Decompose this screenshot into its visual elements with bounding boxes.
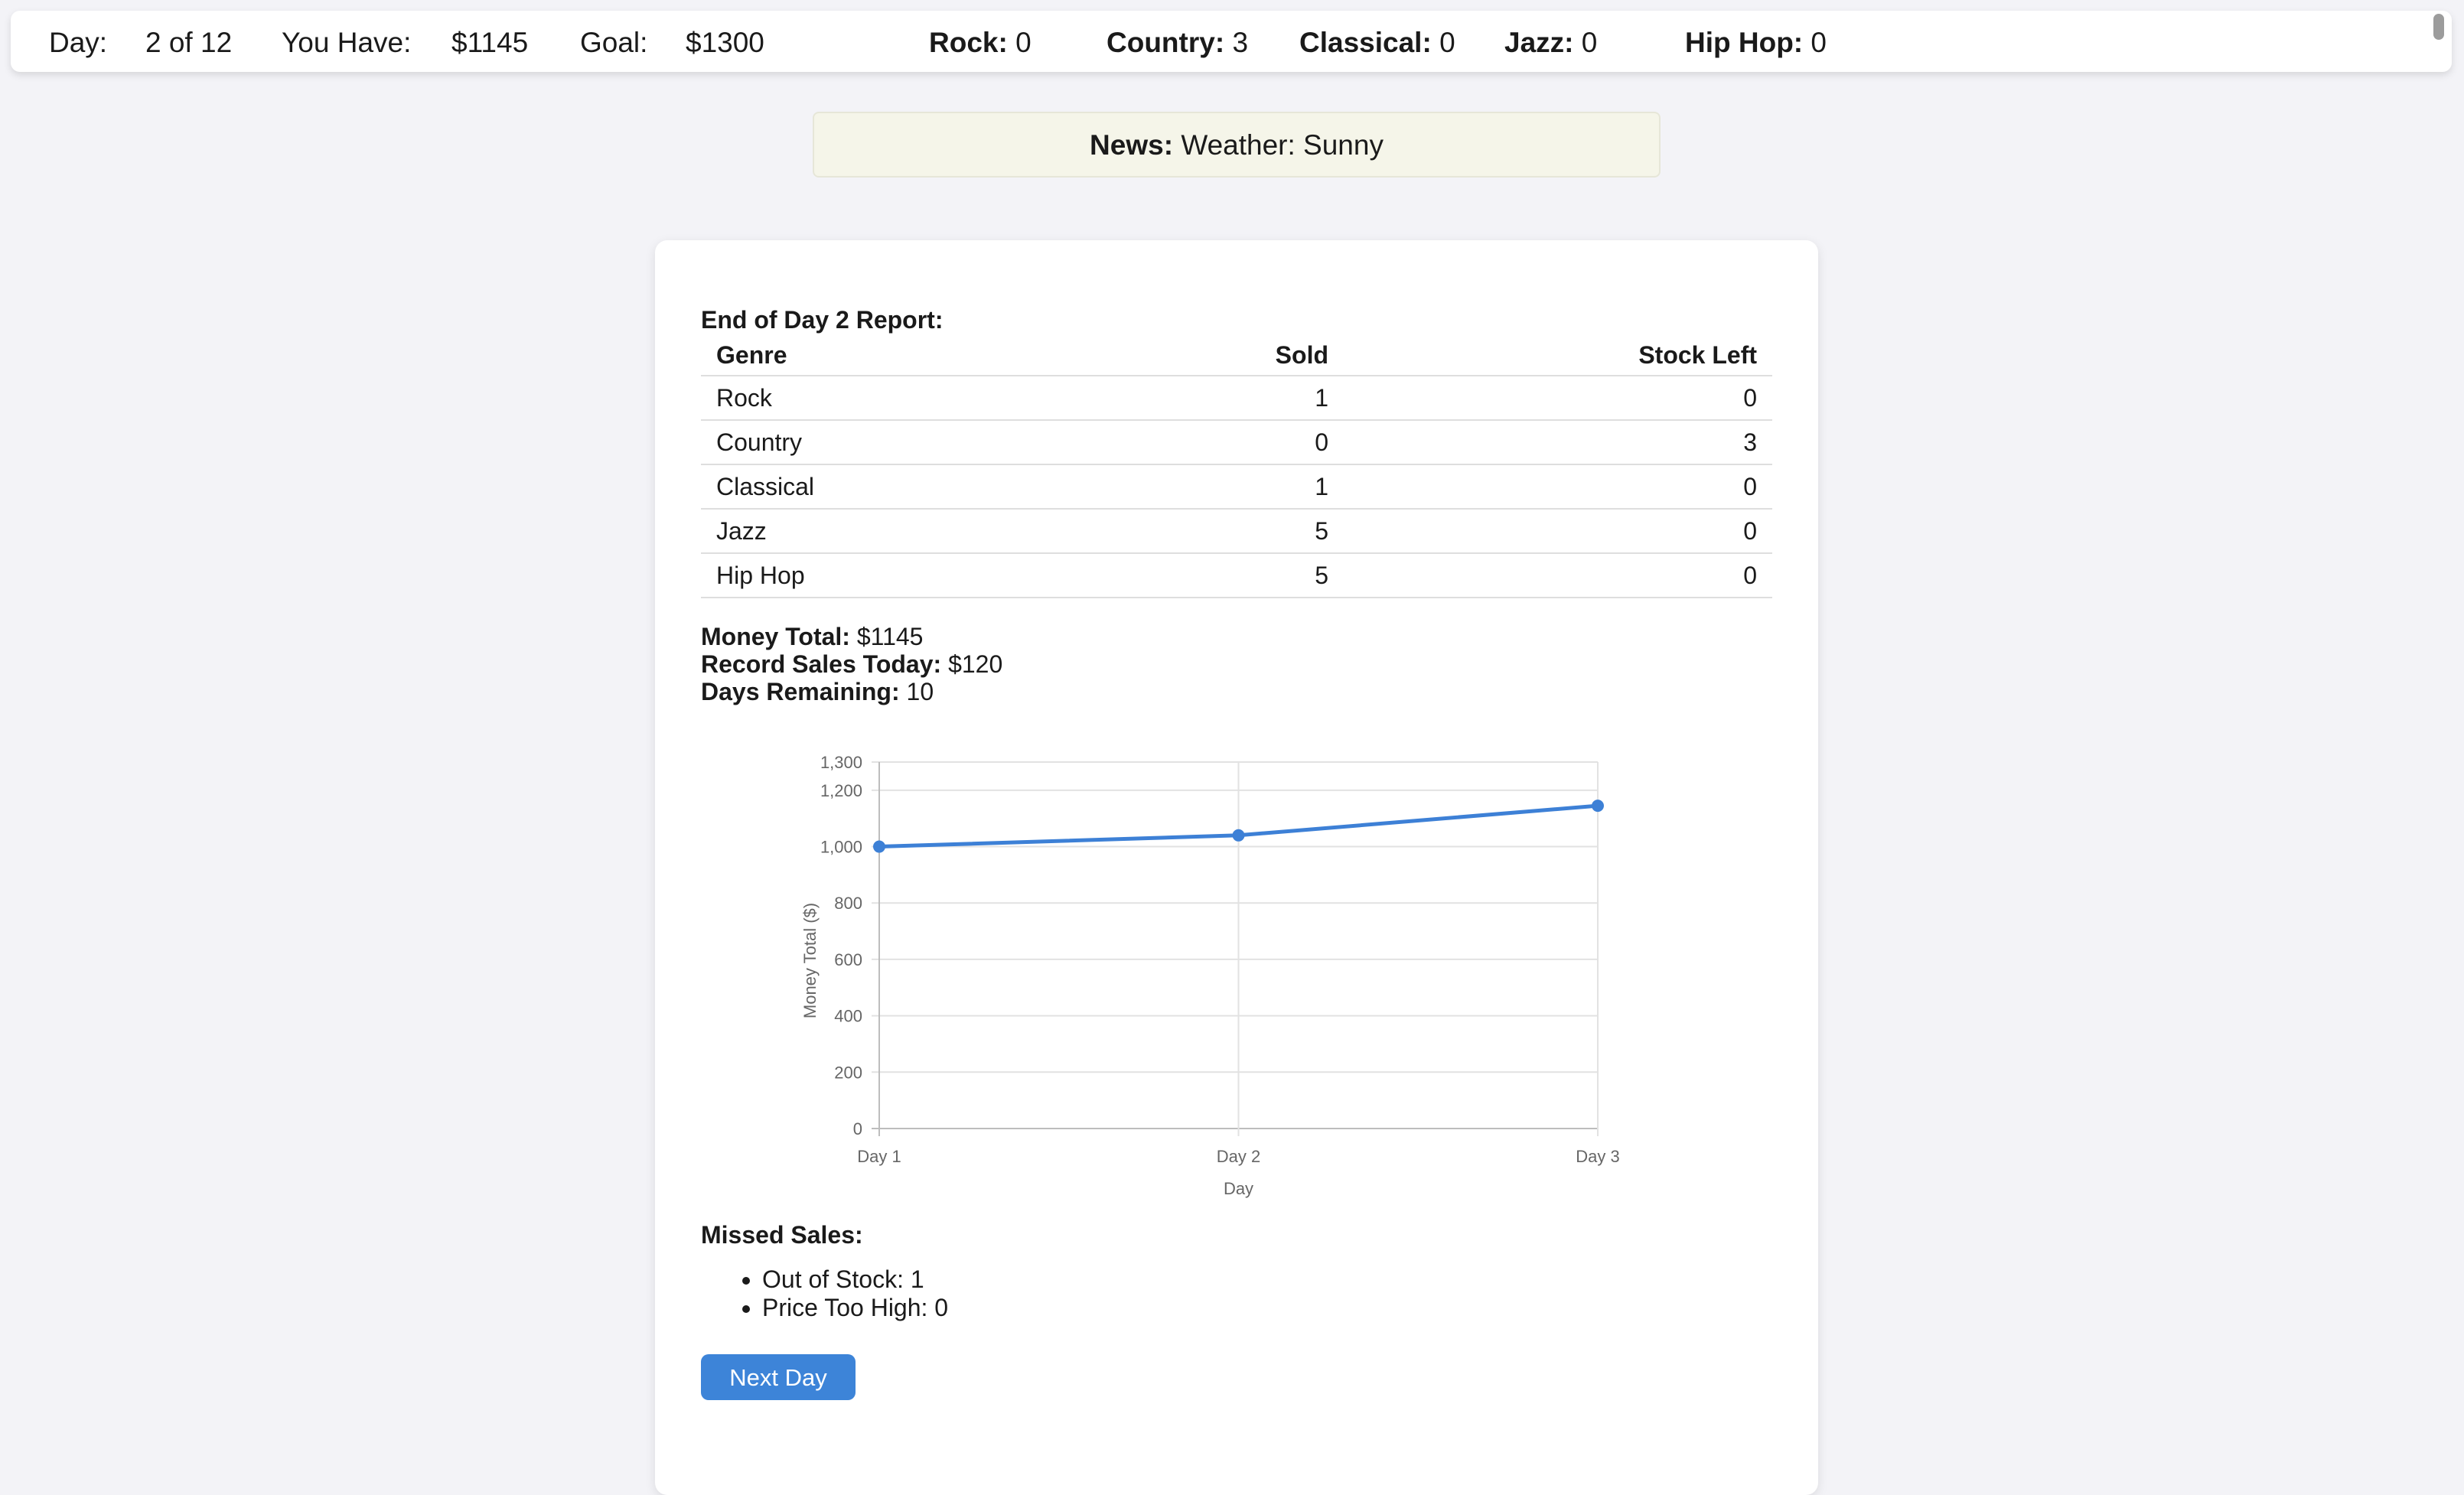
inventory-hiphop: Hip Hop: 0 (1685, 27, 1827, 58)
news-banner: News: Weather: Sunny (813, 112, 1661, 178)
y-tick-label: 0 (853, 1119, 862, 1138)
x-tick-label: Day 1 (857, 1147, 901, 1166)
y-tick-label: 800 (834, 894, 862, 913)
x-tick-label: Day 2 (1217, 1147, 1260, 1166)
days-remaining-line: Days Remaining: 10 (701, 678, 934, 705)
stock-cell: 3 (1344, 420, 1772, 465)
day-label: Day: (49, 27, 108, 58)
goal-value: $1300 (686, 27, 764, 58)
genre-cell: Country (701, 420, 1129, 465)
status-bar: Day: 2 of 12 You Have: $1145 Goal: $1300… (11, 11, 2452, 72)
missed-sales-title: Missed Sales: (701, 1221, 863, 1249)
inventory-jazz: Jazz: 0 (1504, 27, 1598, 58)
x-axis-title: Day (1224, 1179, 1253, 1198)
sold-cell: 5 (1129, 509, 1344, 554)
news-text: Weather: Sunny (1181, 129, 1384, 161)
next-day-button[interactable]: Next Day (701, 1354, 856, 1400)
x-tick-label: Day 3 (1576, 1147, 1619, 1166)
sold-cell: 5 (1129, 553, 1344, 598)
data-point (873, 840, 885, 853)
inventory-country: Country: 3 (1107, 27, 1249, 58)
table-header-row: Genre Sold Stock Left (701, 335, 1772, 376)
table-row: Country 0 3 (701, 420, 1772, 465)
goal-label: Goal: (580, 27, 648, 58)
scrollbar-thumb[interactable] (2433, 14, 2444, 40)
money-total-line: Money Total: $1145 (701, 623, 924, 650)
table-row: Rock 1 0 (701, 376, 1772, 421)
genre-cell: Hip Hop (701, 553, 1129, 598)
y-tick-label: 600 (834, 950, 862, 969)
report-title: End of Day 2 Report: (701, 306, 944, 334)
stock-cell: 0 (1344, 509, 1772, 554)
sales-table: Genre Sold Stock Left Rock 1 0 Country 0… (701, 335, 1772, 598)
column-header-sold: Sold (1129, 335, 1344, 376)
day-summary: Money Total: $1145 Record Sales Today: $… (701, 623, 1002, 705)
y-tick-label: 1,300 (820, 753, 862, 772)
genre-cell: Jazz (701, 509, 1129, 554)
sold-cell: 1 (1129, 464, 1344, 510)
report-card: End of Day 2 Report: Genre Sold Stock Le… (655, 240, 1818, 1495)
inventory-classical: Classical: 0 (1299, 27, 1455, 58)
sold-cell: 0 (1129, 420, 1344, 465)
y-axis-title: Money Total ($) (800, 903, 820, 1018)
y-tick-label: 400 (834, 1007, 862, 1026)
stock-cell: 0 (1344, 376, 1772, 421)
genre-cell: Rock (701, 376, 1129, 421)
y-tick-label: 1,000 (820, 838, 862, 857)
list-item: Price Too High: 0 (762, 1294, 948, 1322)
record-sales-line: Record Sales Today: $120 (701, 650, 1003, 678)
y-tick-label: 200 (834, 1063, 862, 1082)
sold-cell: 1 (1129, 376, 1344, 421)
money-value: $1145 (451, 27, 529, 58)
missed-sales-list: Out of Stock: 1 Price Too High: 0 (701, 1265, 948, 1322)
y-tick-label: 1,200 (820, 781, 862, 800)
table-row: Classical 1 0 (701, 464, 1772, 510)
stock-cell: 0 (1344, 553, 1772, 598)
column-header-genre: Genre (701, 335, 1129, 376)
genre-cell: Classical (701, 464, 1129, 510)
list-item: Out of Stock: 1 (762, 1265, 948, 1294)
inventory-rock: Rock: 0 (929, 27, 1032, 58)
data-point (1592, 800, 1604, 813)
news-label: News: (1090, 129, 1174, 161)
money-line-chart: 0 200 400 600 800 1,000 1,200 1,300 Day 1 Day 2 Da… (800, 753, 1620, 1198)
table-row: Jazz 5 0 (701, 509, 1772, 554)
day-value: 2 of 12 (145, 27, 233, 58)
stock-cell: 0 (1344, 464, 1772, 510)
column-header-stock: Stock Left (1344, 335, 1772, 376)
money-label: You Have: (282, 27, 412, 58)
data-point (1232, 829, 1245, 842)
table-row: Hip Hop 5 0 (701, 553, 1772, 598)
